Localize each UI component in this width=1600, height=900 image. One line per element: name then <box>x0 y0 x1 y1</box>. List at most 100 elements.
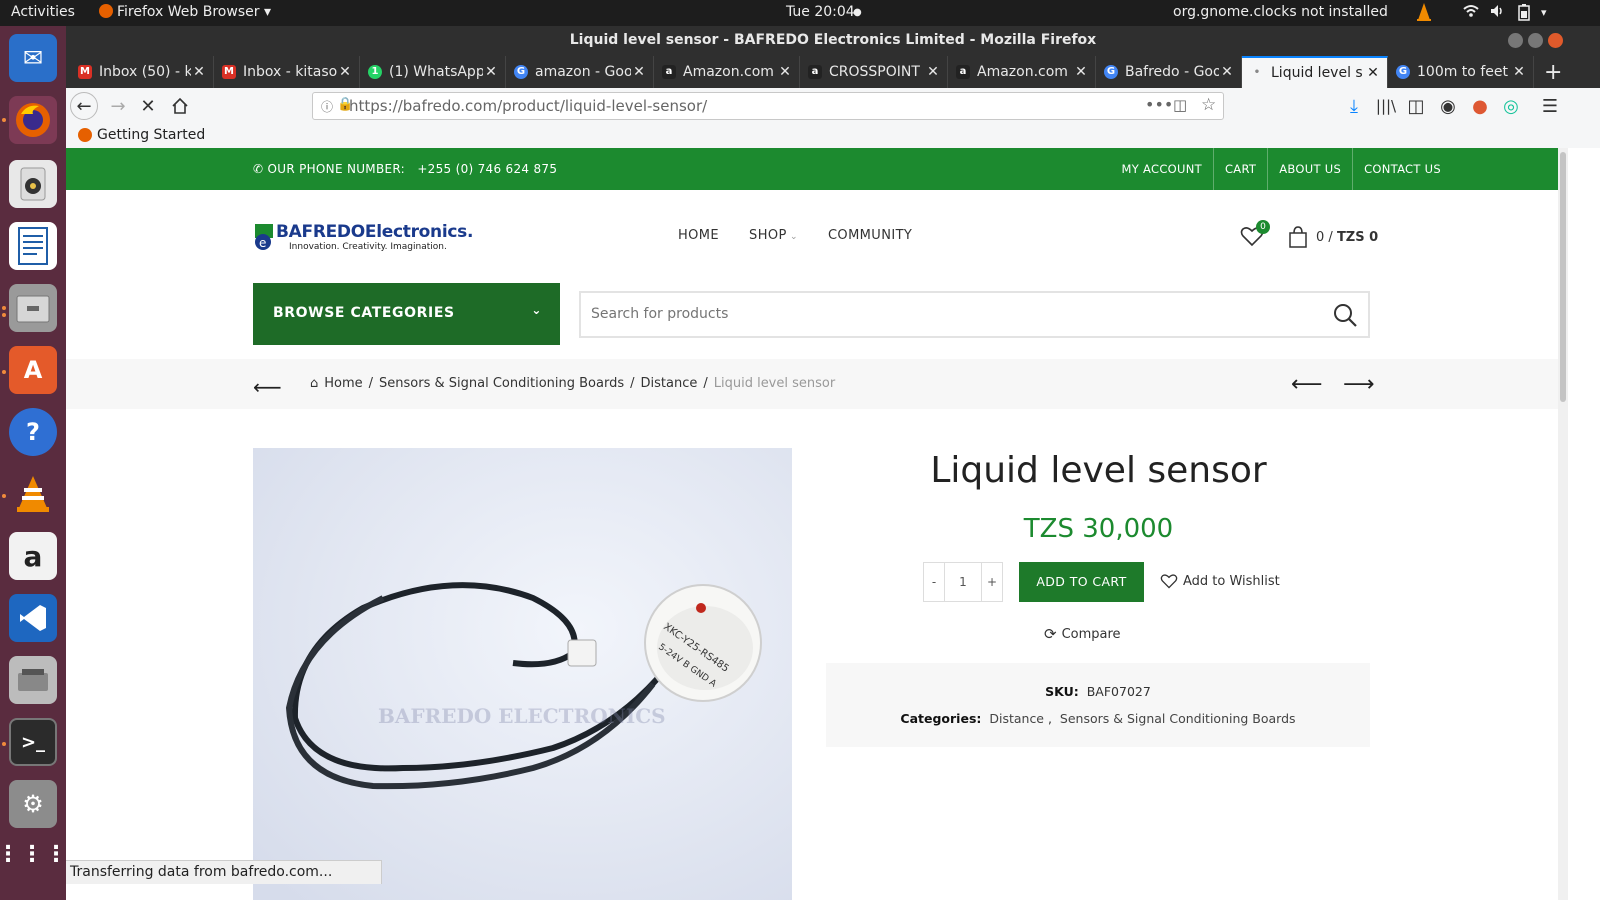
settings-icon[interactable]: ⚙ <box>9 780 57 828</box>
quantity-input[interactable]: 1 <box>944 563 982 601</box>
close-icon[interactable]: ✕ <box>1073 64 1089 80</box>
tab[interactable]: a CROSSPOINT ✕ <box>800 56 948 88</box>
notification-text[interactable]: org.gnome.clocks not installed <box>1173 4 1388 20</box>
wishlist-count-badge: 0 <box>1256 220 1270 234</box>
back-arrow-icon[interactable]: ⟵ <box>253 375 282 399</box>
tab[interactable]: a Amazon.com ✕ <box>654 56 800 88</box>
site-logo[interactable]: e BAFREDOElectronics. Innovation. Creati… <box>253 222 473 256</box>
close-icon[interactable]: ✕ <box>1365 65 1381 81</box>
next-product-arrow-icon[interactable]: ⟶ <box>1343 372 1375 397</box>
tab-active[interactable]: • Liquid level s ✕ <box>1242 56 1388 88</box>
volume-icon[interactable] <box>1489 3 1505 23</box>
terminal-icon[interactable]: >_ <box>9 718 57 766</box>
system-tools-icon[interactable] <box>9 656 57 704</box>
close-window-button[interactable] <box>1548 33 1563 48</box>
vlc-icon[interactable] <box>9 470 57 518</box>
bookmark-getting-started[interactable]: Getting Started <box>97 127 205 143</box>
files-icon[interactable] <box>9 284 57 332</box>
rhythmbox-icon[interactable] <box>9 160 57 208</box>
browse-categories-button[interactable]: BROWSE CATEGORIES ⌄ <box>253 283 560 345</box>
quantity-increase-button[interactable]: + <box>982 563 1002 601</box>
new-tab-button[interactable]: + <box>1536 56 1570 88</box>
tab[interactable]: G amazon - Goo ✕ <box>506 56 654 88</box>
tab-label: Amazon.com <box>977 64 1068 80</box>
vlc-tray-icon[interactable] <box>1416 2 1432 26</box>
sidebar-button[interactable]: ◫ <box>1402 92 1430 120</box>
app-menu[interactable]: Firefox Web Browser ▾ <box>99 4 271 20</box>
activities-button[interactable]: Activities <box>11 4 75 20</box>
close-icon[interactable]: ✕ <box>777 64 793 80</box>
close-icon[interactable]: ✕ <box>1219 64 1235 80</box>
breadcrumb-separator: / <box>630 376 635 391</box>
close-icon[interactable]: ✕ <box>925 64 941 80</box>
hamburger-icon: ☰ <box>1541 95 1559 117</box>
add-to-wishlist-label: Add to Wishlist <box>1183 573 1280 589</box>
previous-product-arrow-icon[interactable]: ⟵ <box>1291 372 1323 397</box>
tab[interactable]: M Inbox - kitaso ✕ <box>214 56 360 88</box>
breadcrumb-home[interactable]: Home <box>324 376 362 391</box>
info-icon[interactable]: ⓘ <box>321 98 333 115</box>
nav-shop[interactable]: SHOP ⌄ <box>749 228 798 243</box>
show-applications-icon[interactable]: ⋮⋮⋮ <box>0 830 67 878</box>
clock[interactable]: Tue 20:04 <box>786 4 855 20</box>
forward-button[interactable]: → <box>104 92 132 120</box>
close-icon[interactable]: ✕ <box>631 64 647 80</box>
breadcrumb-sensors[interactable]: Sensors & Signal Conditioning Boards <box>379 376 624 391</box>
compare-link[interactable]: ⟳ Compare <box>1044 625 1121 643</box>
vscode-icon[interactable] <box>9 594 57 642</box>
firefox-icon[interactable] <box>9 96 57 144</box>
amazon-icon[interactable]: a <box>9 532 57 580</box>
search-icon[interactable] <box>1332 302 1358 328</box>
library-button[interactable]: |||\ <box>1372 92 1400 120</box>
menu-button[interactable]: ☰ <box>1536 92 1564 120</box>
add-to-wishlist-link[interactable]: Add to Wishlist <box>1160 573 1280 589</box>
back-button[interactable]: ← <box>70 92 98 120</box>
minimize-button[interactable] <box>1508 33 1523 48</box>
extension-grammarly[interactable]: ◎ <box>1497 92 1525 120</box>
tab[interactable]: G Bafredo - Goo ✕ <box>1096 56 1242 88</box>
system-menu-chevron-icon[interactable]: ▾ <box>1541 6 1547 19</box>
tab[interactable]: G 100m to feet ✕ <box>1388 56 1534 88</box>
scrollbar-thumb[interactable] <box>1560 152 1566 402</box>
search-input[interactable] <box>591 306 1291 322</box>
about-us-link[interactable]: ABOUT US <box>1267 148 1352 190</box>
maximize-button[interactable] <box>1528 33 1543 48</box>
wifi-icon[interactable] <box>1463 3 1479 23</box>
writer-icon[interactable] <box>9 222 57 270</box>
bookmark-star-icon[interactable]: ☆ <box>1201 95 1216 115</box>
home-button[interactable] <box>166 92 194 120</box>
page-scrollbar[interactable] <box>1558 148 1568 900</box>
breadcrumb-separator: / <box>368 376 374 391</box>
extension-duckduckgo[interactable]: ● <box>1466 92 1494 120</box>
more-actions-icon[interactable]: ••• <box>1145 95 1173 114</box>
close-icon[interactable]: ✕ <box>1511 64 1527 80</box>
nav-community[interactable]: COMMUNITY <box>828 228 912 243</box>
product-image[interactable]: XKC-Y25-RS485 5-24V B GND A BAFREDO ELEC… <box>253 448 792 900</box>
pocket-icon[interactable]: ◫ <box>1173 96 1187 114</box>
nav-home[interactable]: HOME <box>678 228 719 243</box>
close-icon[interactable]: ✕ <box>337 64 353 80</box>
close-icon[interactable]: ✕ <box>483 64 499 80</box>
breadcrumb-distance[interactable]: Distance <box>641 376 698 391</box>
category-link-sensors[interactable]: Sensors & Signal Conditioning Boards <box>1060 711 1296 726</box>
battery-icon[interactable] <box>1518 3 1530 25</box>
software-center-icon[interactable]: A <box>9 346 57 394</box>
my-account-link[interactable]: MY ACCOUNT <box>1111 148 1213 190</box>
account-button[interactable]: ◉ <box>1434 92 1462 120</box>
stop-button[interactable]: ✕ <box>134 92 162 120</box>
contact-us-link[interactable]: CONTACT US <box>1352 148 1452 190</box>
tab[interactable]: a Amazon.com ✕ <box>948 56 1096 88</box>
downloads-button[interactable]: ⤓ <box>1340 92 1368 120</box>
category-link-distance[interactable]: Distance <box>989 711 1044 726</box>
thunderbird-icon[interactable]: ✉ <box>9 34 57 82</box>
add-to-cart-button[interactable]: ADD TO CART <box>1019 562 1144 602</box>
tab[interactable]: 1 (1) WhatsApp ✕ <box>360 56 506 88</box>
help-icon[interactable]: ? <box>9 408 57 456</box>
url-text[interactable]: https://bafredo.com/product/liquid-level… <box>349 97 707 115</box>
header-cart[interactable]: 0 / TZS 0 <box>1288 226 1378 248</box>
cart-link[interactable]: CART <box>1212 148 1267 190</box>
tab[interactable]: M Inbox (50) - k ✕ <box>70 56 214 88</box>
url-bar[interactable]: ⓘ 🔒 https://bafredo.com/product/liquid-l… <box>312 92 1224 120</box>
quantity-decrease-button[interactable]: - <box>924 563 944 601</box>
close-icon[interactable]: ✕ <box>191 64 207 80</box>
